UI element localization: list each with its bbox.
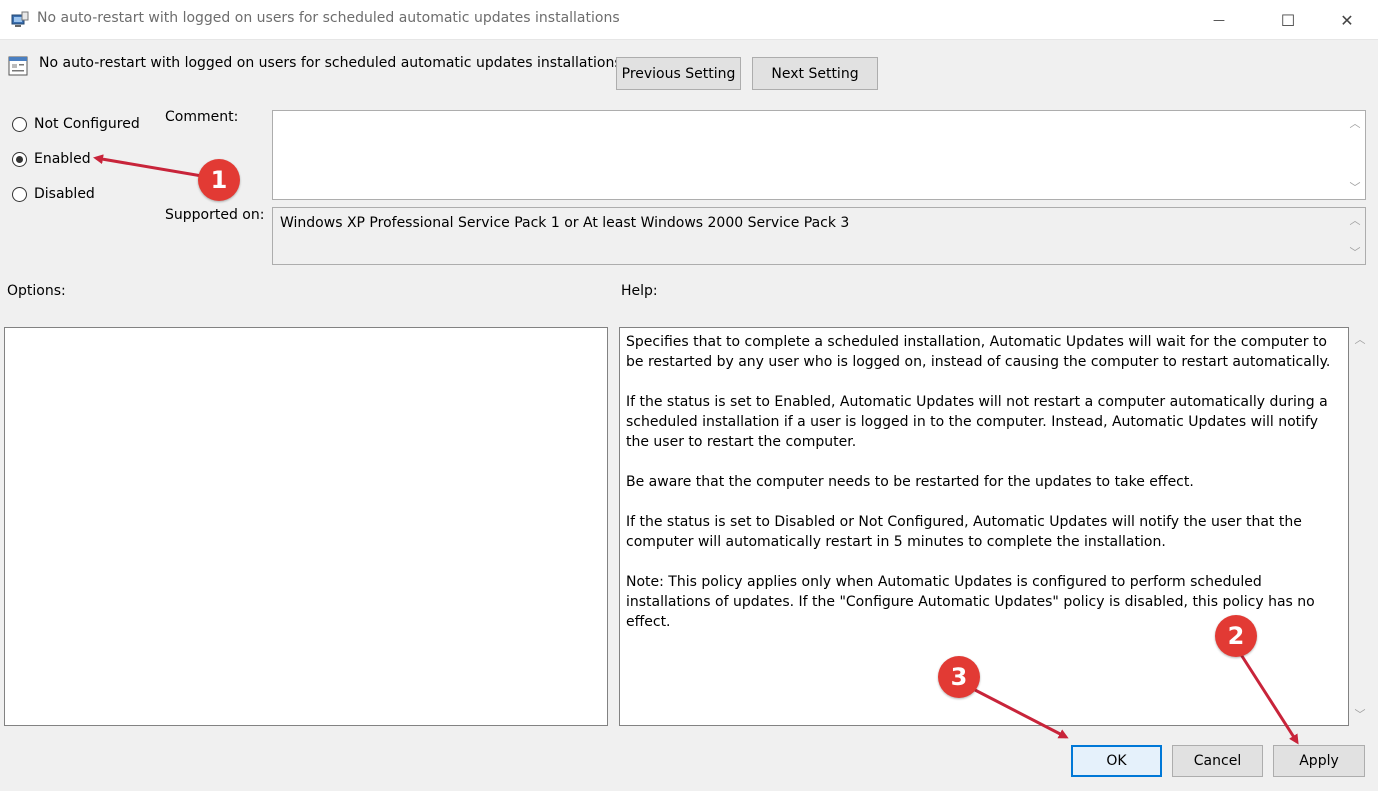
supported-on-label: Supported on:	[165, 207, 265, 223]
close-icon: ✕	[1340, 10, 1354, 30]
supported-on-field: Windows XP Professional Service Pack 1 o…	[272, 207, 1366, 265]
apply-button[interactable]: Apply	[1273, 745, 1365, 777]
ok-button[interactable]: OK	[1071, 745, 1162, 777]
radio-circle[interactable]	[12, 116, 27, 132]
supported-on-text: Windows XP Professional Service Pack 1 o…	[280, 215, 850, 231]
help-scrollbar[interactable]: ︿ ﹀	[1350, 327, 1370, 726]
maximize-icon: ☐	[1280, 10, 1296, 30]
next-setting-button[interactable]: Next Setting	[752, 57, 878, 90]
policy-setting-icon	[8, 56, 28, 76]
comment-textarea[interactable]: ︿ ﹀	[272, 110, 1366, 200]
radio-label: Not Configured	[34, 116, 140, 132]
comment-label: Comment:	[165, 109, 239, 125]
previous-setting-button[interactable]: Previous Setting	[616, 57, 741, 90]
scroll-up-icon[interactable]: ︿	[1355, 331, 1366, 347]
annotation-badge-3: 3	[938, 656, 980, 698]
radio-circle[interactable]	[12, 151, 27, 167]
scroll-down-icon[interactable]: ﹀	[1355, 706, 1366, 722]
window-title: No auto-restart with logged on users for…	[37, 10, 620, 26]
minimize-button[interactable]: —	[1196, 0, 1242, 40]
policy-title: No auto-restart with logged on users for…	[39, 55, 622, 71]
scroll-down-icon[interactable]: ﹀	[1350, 179, 1361, 195]
annotation-arrow-1	[93, 154, 203, 178]
radio-label: Disabled	[34, 186, 95, 202]
radio-label: Enabled	[34, 151, 91, 167]
help-paragraph: Be aware that the computer needs to be r…	[626, 474, 1194, 490]
help-label: Help:	[621, 283, 658, 299]
comment-scrollbar[interactable]: ︿ ﹀	[1345, 111, 1365, 199]
radio-circle[interactable]	[12, 186, 27, 202]
help-paragraph: Specifies that to complete a scheduled i…	[626, 334, 1331, 370]
radio-selected-dot	[16, 155, 23, 163]
annotation-badge-1: 1	[198, 159, 240, 201]
annotation-badge-2: 2	[1215, 615, 1257, 657]
title-bar: No auto-restart with logged on users for…	[0, 0, 1378, 40]
help-panel: Specifies that to complete a scheduled i…	[619, 327, 1349, 726]
help-paragraph: If the status is set to Enabled, Automat…	[626, 394, 1328, 450]
options-panel	[4, 327, 608, 726]
scroll-up-icon[interactable]: ︿	[1350, 115, 1361, 131]
cancel-button[interactable]: Cancel	[1172, 745, 1263, 777]
radio-enabled[interactable]: Enabled	[12, 148, 91, 170]
help-paragraph: If the status is set to Disabled or Not …	[626, 514, 1302, 550]
scroll-down-icon[interactable]: ﹀	[1350, 244, 1361, 260]
minimize-icon: —	[1213, 13, 1225, 27]
options-label: Options:	[7, 283, 66, 299]
maximize-button[interactable]: ☐	[1265, 0, 1311, 40]
radio-disabled[interactable]: Disabled	[12, 183, 95, 205]
group-policy-icon	[11, 11, 29, 27]
supported-scrollbar[interactable]: ︿ ﹀	[1345, 208, 1365, 264]
close-button[interactable]: ✕	[1324, 0, 1370, 40]
radio-not-configured[interactable]: Not Configured	[12, 113, 140, 135]
scroll-up-icon[interactable]: ︿	[1350, 212, 1361, 228]
